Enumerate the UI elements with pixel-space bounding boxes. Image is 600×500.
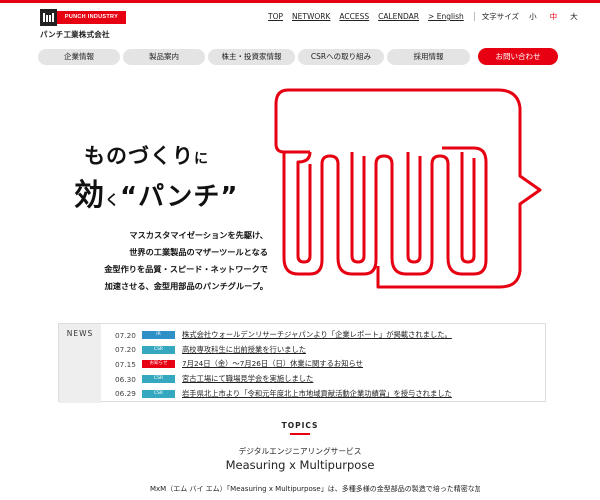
news-label: NEWS	[59, 324, 101, 403]
font-size-large-button[interactable]: 大	[570, 11, 578, 22]
news-section: NEWS 07.20 IR 株式会社ウォールデンリサーチジャパンより「企業レポー…	[58, 323, 546, 403]
hero-lead-line: 加速させる、金型用部品のパンチグループ。	[104, 281, 268, 291]
topics-heading: TOPICS	[281, 421, 319, 430]
news-list: 07.20 IR 株式会社ウォールデンリサーチジャパンより「企業レポート」が掲載…	[115, 328, 452, 401]
news-item[interactable]: 06.30 CSR 宮古工場にて職場見学会を実施しました	[115, 372, 452, 387]
logo[interactable]: PUNCH INDUSTRY パンチ工業株式会社	[40, 9, 126, 39]
news-link[interactable]: 7月24日（金）～7月26日（日）休業に関するお知らせ	[182, 359, 363, 369]
news-link[interactable]: 岩手県北上市より「令和元年度北上市地域貢献活動企業功績賞」を授与されました	[182, 389, 452, 399]
topic-title[interactable]: Measuring x Multipurpose	[0, 458, 600, 472]
nav-products[interactable]: 製品案内	[123, 49, 205, 65]
main-nav: 企業情報 製品案内 株主・投資家情報 CSRへの取り組み 採用情報	[38, 49, 473, 65]
news-date: 06.29	[115, 389, 136, 399]
nav-investors[interactable]: 株主・投資家情報	[208, 49, 295, 65]
hero-lead-line: マスカスタマイゼーションを先駆け、	[129, 230, 268, 240]
news-category-badge: CSR	[142, 345, 175, 354]
util-link-access[interactable]: ACCESS	[339, 12, 369, 21]
hero-headline-line1: ものづくりに	[84, 140, 209, 170]
news-item[interactable]: 06.29 CSR 岩手県北上市より「令和元年度北上市地域貢献活動企業功績賞」を…	[115, 386, 452, 401]
nav-company-info[interactable]: 企業情報	[38, 49, 120, 65]
news-category-badge: CSR	[142, 389, 175, 398]
hero-line2-punch: “パンチ”	[120, 182, 239, 212]
hero-lead-line: 世界の工業製品のマザーツールとなる	[129, 247, 268, 257]
news-category-badge: IR	[142, 331, 175, 340]
topic-subtitle: デジタルエンジニアリングサービス	[238, 447, 362, 456]
news-link[interactable]: 株式会社ウォールデンリサーチジャパンより「企業レポート」が掲載されました。	[182, 330, 452, 340]
news-link[interactable]: 宮古工場にて職場見学会を実施しました	[182, 374, 313, 384]
news-date: 07.15	[115, 359, 136, 369]
news-category-badge: お知らせ	[142, 360, 175, 369]
util-link-calendar[interactable]: CALENDAR	[378, 12, 419, 21]
news-date: 07.20	[115, 345, 136, 355]
util-link-top[interactable]: TOP	[268, 12, 283, 21]
news-item[interactable]: 07.20 CSR 高校専攻科生に出前授業を行いました	[115, 343, 452, 358]
hero-line2-kanji: 効	[74, 178, 105, 213]
logo-mark-icon	[40, 9, 57, 26]
nav-csr[interactable]: CSRへの取り組み	[298, 49, 384, 65]
top-accent-bar	[0, 0, 600, 3]
logo-company-name: パンチ工業株式会社	[40, 30, 110, 39]
util-link-network[interactable]: NETWORK	[292, 12, 330, 21]
hero-line2-okurigana: く	[105, 193, 120, 209]
font-size-medium-button[interactable]: 中	[550, 11, 558, 22]
topics-divider	[290, 433, 310, 435]
util-divider	[473, 12, 475, 21]
hero-line1-particle: に	[194, 151, 209, 167]
font-size-small-button[interactable]: 小	[529, 11, 537, 22]
logo-wordmark: PUNCH INDUSTRY	[57, 11, 126, 24]
fist-illustration	[274, 88, 542, 289]
font-size-label: 文字サイズ	[481, 12, 520, 21]
hero-line1-main: ものづくり	[84, 144, 194, 168]
news-date: 06.30	[115, 374, 136, 384]
news-link[interactable]: 高校専攻科生に出前授業を行いました	[182, 345, 306, 355]
hero-lead: マスカスタマイゼーションを先駆け、 世界の工業製品のマザーツールとなる 金型作り…	[58, 227, 268, 295]
hero-headline-line2: 効く“パンチ”	[74, 170, 238, 214]
nav-recruit[interactable]: 採用情報	[387, 49, 470, 65]
util-link-english[interactable]: > English	[428, 12, 464, 21]
news-item[interactable]: 07.15 お知らせ 7月24日（金）～7月26日（日）休業に関するお知らせ	[115, 357, 452, 372]
topic-body: MxM（エム バイ エム）「Measuring x Multipurpose」は…	[150, 485, 480, 493]
news-date: 07.20	[115, 330, 136, 340]
utility-nav: TOP NETWORK ACCESS CALENDAR > English 文字…	[268, 11, 591, 22]
news-item[interactable]: 07.20 IR 株式会社ウォールデンリサーチジャパンより「企業レポート」が掲載…	[115, 328, 452, 343]
news-category-badge: CSR	[142, 375, 175, 384]
contact-button[interactable]: お問い合わせ	[478, 48, 558, 65]
hero-lead-line: 金型作りを品質・スピード・ネットワークで	[104, 264, 268, 274]
